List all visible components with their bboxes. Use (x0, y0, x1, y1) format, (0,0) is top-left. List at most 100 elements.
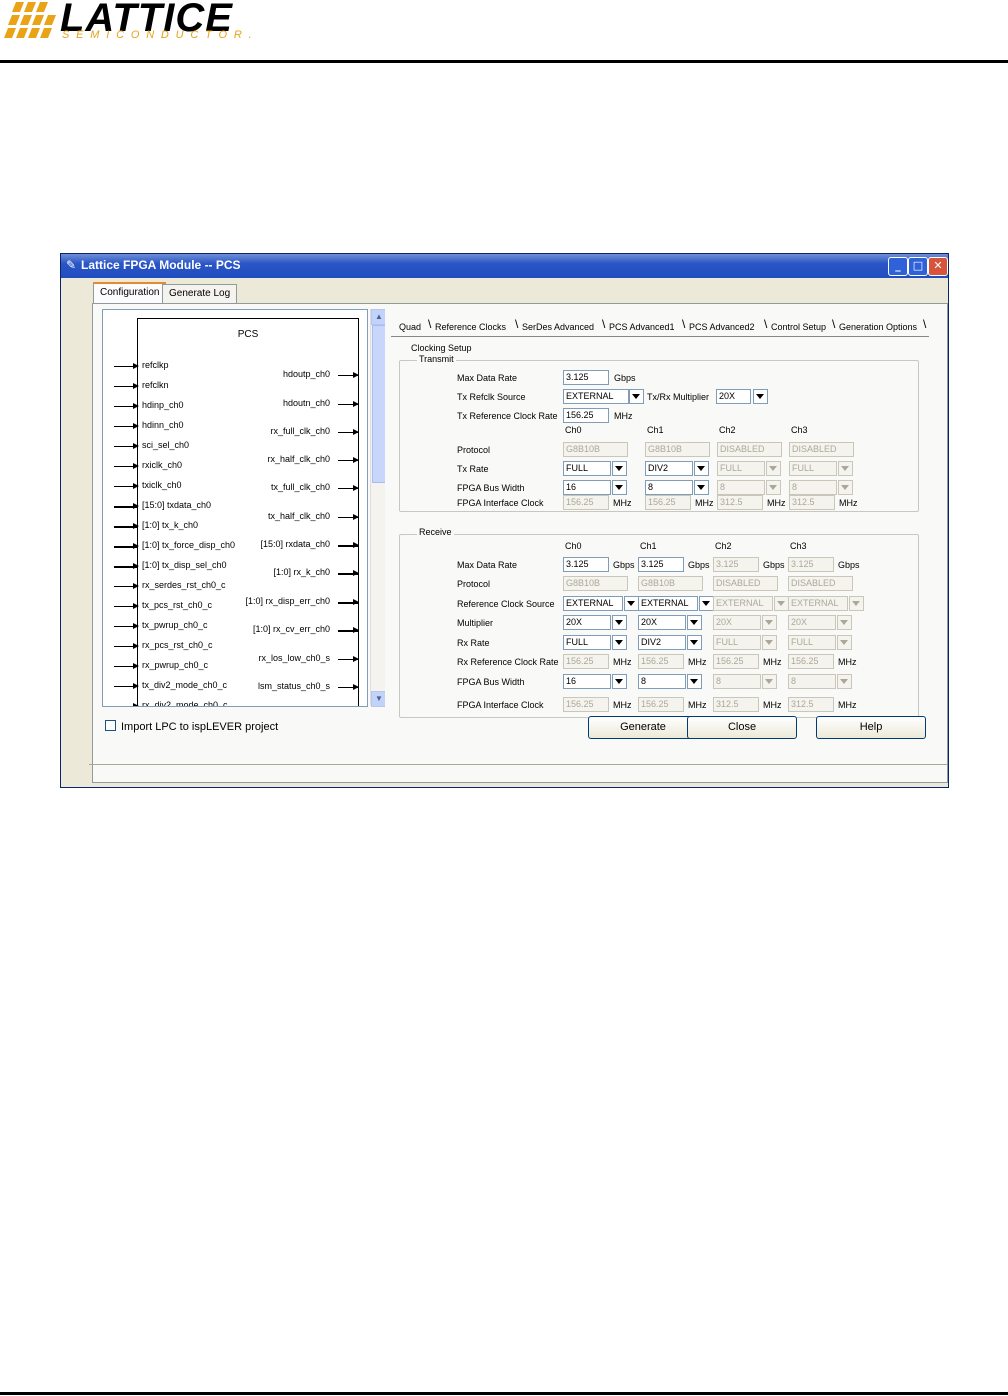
tx-bus-width-label: FPGA Bus Width (457, 483, 525, 493)
tab-reference-clocks[interactable]: Reference Clocks (435, 319, 506, 335)
rx-multiplier-select[interactable]: 20X (638, 615, 686, 630)
rx-max-data-rate-input: 3.125 (788, 557, 834, 572)
chevron-down-icon[interactable] (687, 615, 702, 630)
rx-bus-width-label: FPGA Bus Width (457, 677, 525, 687)
rx-ref-clock-source-select[interactable]: EXTERNAL (638, 596, 698, 611)
rx-rate-select[interactable]: DIV2 (638, 635, 686, 650)
rx-bus-width-select: 8 (788, 674, 836, 689)
maximize-icon[interactable]: □ (908, 257, 928, 276)
diagram-input-pin: [1:0] tx_disp_sel_ch0 (142, 560, 227, 570)
input-arrow-icon (114, 563, 139, 569)
tab-control-setup[interactable]: Control Setup (771, 319, 826, 335)
mhz-unit: MHz (695, 498, 714, 508)
tx-interface-clock-field: 156.25 (563, 495, 609, 510)
tx-rate-select[interactable]: FULL (563, 461, 611, 476)
tab-pcs-advanced2[interactable]: PCS Advanced2 (689, 319, 755, 335)
chevron-down-icon[interactable] (687, 635, 702, 650)
rx-ref-clock-rate-label: Rx Reference Clock Rate (457, 657, 559, 667)
tx-rx-multiplier-label: Tx/Rx Multiplier (647, 392, 710, 402)
tab-quad[interactable]: Quad (399, 319, 421, 335)
rx-ref-clock-source-select[interactable]: EXTERNAL (563, 596, 623, 611)
chevron-down-icon[interactable] (687, 674, 702, 689)
chevron-down-icon (838, 480, 853, 495)
close-icon[interactable]: ✕ (928, 257, 948, 276)
tx-refclk-source-label: Tx Refclk Source (457, 392, 526, 402)
mhz-unit: MHz (763, 700, 782, 710)
rx-bus-width-select[interactable]: 8 (638, 674, 686, 689)
checkbox-icon[interactable] (105, 720, 116, 731)
diagram-output-pin: [1:0] rx_disp_err_ch0 (245, 596, 330, 606)
tab-separator: \ (602, 317, 606, 331)
chevron-down-icon[interactable] (753, 389, 768, 404)
tab-pcs-advanced1[interactable]: PCS Advanced1 (609, 319, 675, 335)
tx-max-data-rate-input[interactable]: 3.125 (563, 370, 609, 385)
diagram-input-pin: tx_div2_mode_ch0_c (142, 680, 228, 690)
diagram-input-pin: [1:0] tx_force_disp_ch0 (142, 540, 236, 550)
diagram-output-pin: rx_full_clk_ch0 (270, 426, 330, 436)
import-lpc-checkbox[interactable]: Import LPC to ispLEVER project (105, 720, 278, 733)
tab-configuration[interactable]: Configuration (93, 282, 167, 305)
tx-protocol-field: G8B10B (563, 442, 628, 457)
input-arrow-icon (114, 643, 139, 649)
scroll-thumb[interactable] (372, 325, 386, 483)
window-title: Lattice FPGA Module -- PCS (81, 258, 241, 272)
window-titlebar[interactable]: ✎ Lattice FPGA Module -- PCS _ □ ✕ (61, 254, 948, 278)
chevron-down-icon[interactable] (624, 596, 639, 611)
diagram-output-pin: tx_half_clk_ch0 (267, 511, 330, 521)
output-arrow-icon (338, 485, 359, 491)
tab-generation-options[interactable]: Generation Options (839, 319, 917, 335)
tx-refclk-source-select[interactable]: EXTERNAL (563, 389, 629, 404)
input-arrow-icon (114, 483, 139, 489)
minimize-icon[interactable]: _ (888, 257, 908, 276)
input-arrow-icon (114, 603, 139, 609)
tx-bus-width-select[interactable]: 16 (563, 480, 611, 495)
output-arrow-icon (338, 429, 359, 435)
chevron-down-icon[interactable] (629, 389, 644, 404)
rx-max-data-rate-input[interactable]: 3.125 (563, 557, 609, 572)
diagram-output-pin: rx_half_clk_ch0 (267, 454, 330, 464)
tx-rate-select[interactable]: DIV2 (645, 461, 693, 476)
rx-ref-clock-rate-field: 156.25 (788, 654, 834, 669)
chevron-down-icon (838, 461, 853, 476)
rx-max-data-rate-input[interactable]: 3.125 (638, 557, 684, 572)
chevron-down-icon[interactable] (694, 461, 709, 476)
rx-multiplier-select[interactable]: 20X (563, 615, 611, 630)
rx-bus-width-select[interactable]: 16 (563, 674, 611, 689)
help-button[interactable]: Help (816, 716, 926, 739)
mhz-unit: MHz (839, 498, 858, 508)
tab-separator: \ (832, 317, 836, 331)
chevron-down-icon[interactable] (694, 480, 709, 495)
diagram-scrollbar[interactable]: ▲ ▼ (370, 309, 387, 707)
generate-button[interactable]: Generate (588, 716, 698, 739)
tx-rx-multiplier-select[interactable]: 20X (716, 389, 751, 404)
tab-generate-log[interactable]: Generate Log (162, 284, 238, 303)
chevron-down-icon[interactable] (612, 461, 627, 476)
tabs-underline (391, 336, 929, 337)
input-arrow-icon (114, 463, 139, 469)
tx-rate-select: FULL (717, 461, 765, 476)
rx-ref-clock-rate-field: 156.25 (563, 654, 609, 669)
import-lpc-label: Import LPC to ispLEVER project (121, 721, 279, 733)
tx-ref-clock-rate-input[interactable]: 156.25 (563, 408, 609, 423)
tx-protocol-field: DISABLED (717, 442, 782, 457)
output-arrow-icon (338, 627, 359, 633)
close-button[interactable]: Close (687, 716, 797, 739)
rx-ref-clock-rate-field: 156.25 (638, 654, 684, 669)
tab-serdes-advanced[interactable]: SerDes Advanced (522, 319, 594, 335)
chevron-down-icon[interactable] (612, 674, 627, 689)
output-arrow-icon (338, 656, 359, 662)
mhz-unit: MHz (613, 498, 632, 508)
footer-rule (0, 1392, 1008, 1395)
chevron-down-icon[interactable] (699, 596, 714, 611)
tx-max-data-rate-label: Max Data Rate (457, 373, 518, 383)
rx-rate-select[interactable]: FULL (563, 635, 611, 650)
chevron-down-icon[interactable] (612, 615, 627, 630)
chevron-down-icon[interactable] (612, 480, 627, 495)
tx-protocol-field: G8B10B (645, 442, 710, 457)
rx-multiplier-label: Multiplier (457, 618, 494, 628)
diagram-output-pin: rx_los_low_ch0_s (258, 653, 330, 663)
diagram-input-pin: txiclk_ch0 (142, 480, 182, 490)
chevron-down-icon[interactable] (612, 635, 627, 650)
tx-bus-width-select[interactable]: 8 (645, 480, 693, 495)
input-arrow-icon (114, 363, 139, 369)
